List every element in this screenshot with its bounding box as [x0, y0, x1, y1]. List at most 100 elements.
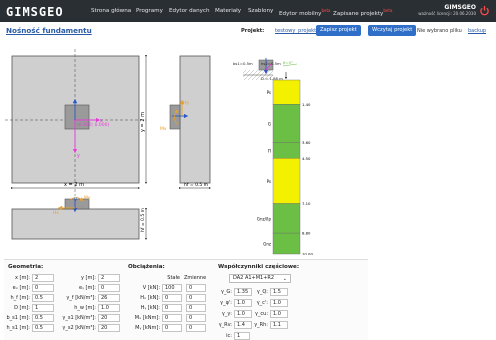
- svg-text:bs1=0.5m: bs1=0.5m: [233, 61, 253, 66]
- col-variable: Zmienne: [184, 275, 207, 281]
- factors-title: Współczynniki częściowe:: [218, 264, 300, 270]
- project-name-link[interactable]: testowy_projekt: [275, 28, 316, 34]
- soil-layer-depth: 10.00: [302, 252, 313, 256]
- load-point-label: (0.000; 0.000): [77, 122, 109, 128]
- load-label: Mᵧ [kNm]:: [135, 325, 160, 331]
- svg-text:Hx: Hx: [53, 210, 59, 216]
- beta-badge: beta: [383, 8, 393, 13]
- load-variable-field[interactable]: 0: [186, 294, 206, 302]
- ic-field[interactable]: 1: [234, 332, 250, 340]
- x-field[interactable]: 2: [32, 274, 54, 282]
- input-panels: Geometria: x [m]: 2 y [m]: 2 eₓ [m]: 0 e…: [4, 259, 368, 340]
- design-approach-select[interactable]: DA2 A1+M1+R2 ⌄: [229, 274, 291, 283]
- soil-layer-2: [272, 142, 301, 159]
- logo[interactable]: GIMSGEO: [6, 5, 64, 19]
- gamma-f-field[interactable]: 26: [98, 294, 120, 302]
- nav-item-mobile-editor[interactable]: Edytor mobilnybeta: [279, 0, 331, 22]
- load-static-field[interactable]: 0: [162, 314, 182, 322]
- factor-label: γ_G:: [220, 289, 232, 295]
- load-variable-field[interactable]: 0: [186, 304, 206, 312]
- soil-layer-1: [272, 104, 301, 143]
- side-height-label: hf = 0.5 m: [184, 182, 208, 188]
- geometry-row-5: b_s1 [m]: 0.5 γ_s1 [kN/m³]: 20: [4, 314, 124, 323]
- backup-link[interactable]: backup: [468, 28, 486, 34]
- geometry-row-3: h_f [m]: 0.5 γ_f [kN/m³]: 26: [4, 294, 124, 303]
- elev-height-label: hf = 0.5 m: [140, 208, 146, 232]
- factor-label: γ_c':: [256, 300, 268, 306]
- d-field[interactable]: 1: [32, 304, 54, 312]
- gamma-s1-field[interactable]: 20: [98, 314, 120, 322]
- load-static-field[interactable]: 0: [162, 324, 182, 332]
- soil-layer-depth: 4.50: [302, 156, 311, 161]
- loads-title: Obciążenia:: [128, 264, 165, 270]
- chevron-down-icon: ⌄: [282, 276, 287, 282]
- hf-field[interactable]: 0.5: [32, 294, 54, 302]
- soil-layer-depth: 3.60: [302, 140, 311, 145]
- load-variable-field[interactable]: 0: [186, 284, 206, 292]
- factor-field[interactable]: 1.0: [234, 310, 252, 318]
- nav-item-home[interactable]: Strona główna: [91, 0, 131, 22]
- factor-row-ic: ic: 1: [218, 332, 278, 340]
- soil-layer-name: Ps: [267, 179, 271, 184]
- ex-field[interactable]: 0: [32, 284, 54, 292]
- plan-width-label: x = 2 m: [64, 182, 84, 188]
- load-project-button[interactable]: Wczytaj projekt: [368, 25, 417, 36]
- geometry-row-4: D [m]: 1 h_w [m]: 1.0: [4, 304, 124, 313]
- load-static-field[interactable]: 0: [162, 304, 182, 312]
- factor-label: γ_cu:: [254, 311, 268, 317]
- front-elevation: V My Hx hf = 0.5 m: [11, 195, 147, 240]
- factor-field[interactable]: 1.35: [234, 288, 252, 296]
- loads-panel: Obciążenia:: [128, 264, 202, 272]
- load-row: V [kN]: 100 0: [128, 284, 210, 293]
- factor-field[interactable]: 1.1: [270, 321, 288, 329]
- load-label: Hₓ [kN]:: [140, 295, 160, 301]
- load-label: V [kN]:: [142, 285, 160, 291]
- top-nav: GIMSGEO Strona główna Programy Edytor da…: [0, 0, 496, 22]
- load-label: Mₓ [kNm]:: [134, 315, 160, 321]
- factor-label: γ_γ:: [221, 311, 232, 317]
- factors-panel: Współczynniki częściowe:: [218, 264, 328, 272]
- geometry-row-1: x [m]: 2 y [m]: 2: [4, 274, 124, 283]
- load-variable-field[interactable]: 0: [186, 324, 206, 332]
- svg-text:My: My: [84, 195, 91, 201]
- geometry-panel: Geometria:: [8, 264, 124, 272]
- load-variable-field[interactable]: 0: [186, 314, 206, 322]
- nav-item-programs[interactable]: Programy: [136, 0, 163, 22]
- nav-item-data-editor[interactable]: Edytor danych: [169, 0, 210, 22]
- factor-row: γ_φ': 1.0 γ_c': 1.0: [218, 299, 318, 308]
- ey-field[interactable]: 0: [98, 284, 120, 292]
- factor-label: γ_Q:: [256, 289, 268, 295]
- factor-field[interactable]: 1.4: [234, 321, 252, 329]
- svg-text:Mx: Mx: [160, 126, 167, 132]
- hw-field[interactable]: 1.0: [98, 304, 120, 312]
- factor-field[interactable]: 1.0: [234, 299, 252, 307]
- svg-text:β=0°: β=0°: [283, 60, 293, 65]
- y-field[interactable]: 2: [98, 274, 120, 282]
- factor-label: γ_Rv:: [218, 322, 232, 328]
- logout-icon[interactable]: [479, 5, 490, 16]
- save-project-button[interactable]: Zapisz projekt: [316, 25, 361, 36]
- factor-field[interactable]: 1.0: [270, 299, 288, 307]
- nav-item-saved-projects[interactable]: Zapisane projektybeta: [333, 0, 392, 22]
- account-info: GIMSGEO ważność licencji: 20.06.2030: [418, 4, 476, 16]
- soil-layer-name: Gnz//Ip: [257, 216, 272, 221]
- factor-row: γ_Rv: 1.4 γ_Rh: 1.1: [218, 321, 318, 330]
- hs1-field[interactable]: 0.5: [32, 324, 54, 332]
- nav-item-materials[interactable]: Materiały: [215, 0, 241, 22]
- file-status: Nie wybrano pliku: [417, 28, 462, 34]
- bs1-field[interactable]: 0.5: [32, 314, 54, 322]
- factor-field[interactable]: 1.5: [270, 288, 288, 296]
- load-static-field[interactable]: 100: [162, 284, 182, 292]
- geometry-title: Geometria:: [8, 264, 44, 270]
- nav-item-templates[interactable]: Szablony: [248, 0, 273, 22]
- license-validity: ważność licencji: 20.06.2030: [418, 11, 476, 16]
- soil-layer-name: G: [268, 122, 271, 127]
- load-static-field[interactable]: 0: [162, 294, 182, 302]
- soil-layer-5: [272, 232, 301, 255]
- geometry-row-2: eₓ [m]: 0 eᵧ [m]: 0: [4, 284, 124, 293]
- col-static: Stałe: [167, 275, 180, 281]
- factor-field[interactable]: 1.0: [270, 310, 288, 318]
- gamma-s2-field[interactable]: 20: [98, 324, 120, 332]
- soil-layer-depth: 8.80: [302, 231, 311, 236]
- svg-text:Hy: Hy: [183, 100, 189, 106]
